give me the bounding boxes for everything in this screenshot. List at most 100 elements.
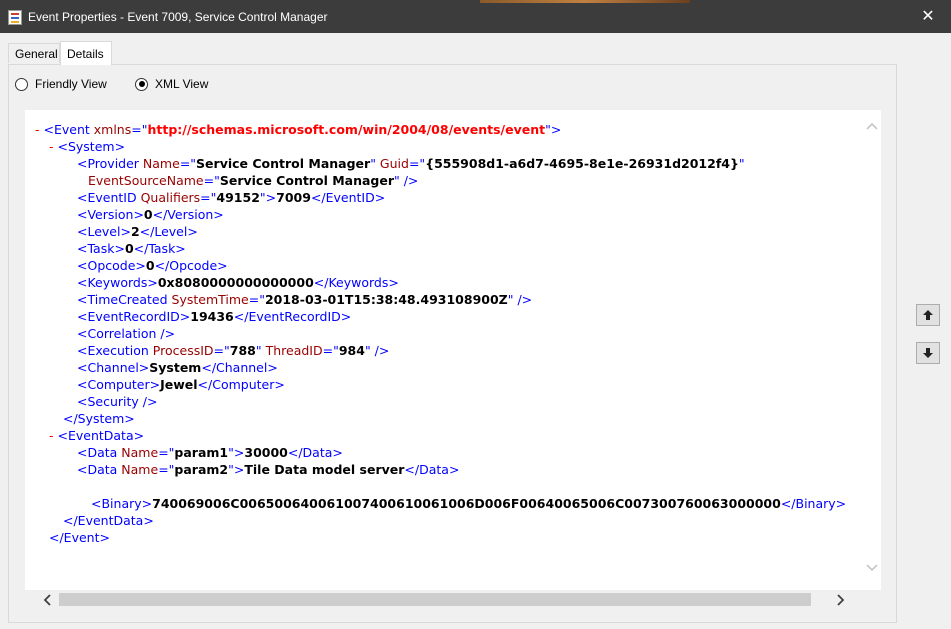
xml-token: </Opcode> [154, 258, 228, 273]
next-event-button[interactable] [916, 342, 940, 364]
xml-line: <Correlation /> [77, 325, 175, 342]
xml-line: <Binary>740069006C0065006400610074006100… [91, 495, 846, 512]
xml-token: 0 [124, 241, 134, 256]
title-bar: Event Properties - Event 7009, Service C… [0, 0, 951, 33]
xml-token: <Keywords> [77, 275, 158, 290]
xml-token: Qualifiers [140, 190, 201, 205]
xml-token: <Binary> [91, 496, 153, 511]
xml-token: "> [228, 462, 245, 477]
xml-token: param2 [174, 462, 229, 477]
xml-token: </Event> [49, 530, 110, 545]
friendly-view-option[interactable]: Friendly View [15, 76, 107, 92]
xml-token: =" [203, 173, 220, 188]
xml-line: <Provider Name="Service Control Manager"… [77, 155, 745, 172]
xml-token: 0 [145, 258, 155, 273]
xml-token: SystemTime [171, 292, 249, 307]
scroll-track[interactable] [59, 593, 811, 606]
xml-line: <Computer>Jewel</Computer> [77, 376, 285, 393]
xml-token: <Data [77, 462, 122, 477]
xml-token: "> [228, 445, 245, 460]
arrow-down-icon [923, 348, 933, 358]
xml-token: 19436 [190, 309, 234, 324]
xml-token: 0x8080000000000000 [157, 275, 314, 290]
xml-line: </Event> [49, 529, 110, 546]
xml-token: </Task> [133, 241, 186, 256]
xml-line: <Version>0</Version> [77, 206, 224, 223]
xml-line: <Channel>System</Channel> [77, 359, 278, 376]
xml-token: Service Control Manager [196, 156, 371, 171]
xml-line: - <Event xmlns="http://schemas.microsoft… [35, 121, 561, 138]
arrow-up-icon [923, 310, 933, 320]
xml-line: <Keywords>0x8080000000000000</Keywords> [77, 274, 399, 291]
chevron-right-icon[interactable] [833, 591, 849, 608]
xml-token: Name [121, 462, 159, 477]
xml-token: 30000 [244, 445, 288, 460]
xml-token: </EventID> [310, 190, 386, 205]
xml-token: <Data [77, 445, 122, 460]
xml-line: <Data Name="param1">30000</Data> [77, 444, 343, 461]
xml-line: <EventRecordID>19436</EventRecordID> [77, 308, 351, 325]
xml-viewer[interactable]: - <Event xmlns="http://schemas.microsoft… [25, 110, 881, 606]
xml-token: ProcessID [152, 343, 214, 358]
xml-line: <Data Name="param2">Tile Data model serv… [77, 461, 459, 478]
background-strip [480, 0, 690, 3]
xml-token: <Level> [77, 224, 131, 239]
xml-line: EventSourceName="Service Control Manager… [88, 172, 418, 189]
scroll-thumb[interactable] [59, 593, 811, 606]
xml-token: 984 [338, 343, 365, 358]
xml-view-radio[interactable] [135, 77, 148, 91]
xml-token: "> [545, 122, 562, 137]
friendly-view-radio[interactable] [15, 77, 28, 91]
xml-token: <TimeCreated [77, 292, 172, 307]
xml-token: <Provider [77, 156, 143, 171]
xml-token: =" [158, 445, 175, 460]
xml-token: " [255, 343, 266, 358]
xml-token: Name [121, 445, 159, 460]
xml-line: - <System> [49, 138, 125, 155]
xml-line: <Task>0</Task> [77, 240, 186, 257]
xml-token: 2 [130, 224, 140, 239]
xml-token: =" [322, 343, 339, 358]
xml-token: <Channel> [77, 360, 150, 375]
xml-token: 2018-03-01T15:38:48.493108900Z [264, 292, 508, 307]
xml-token: <Correlation /> [77, 326, 176, 341]
xml-token: <Security /> [77, 394, 158, 409]
xml-line: <Level>2</Level> [77, 223, 198, 240]
horizontal-scrollbar[interactable] [25, 591, 881, 608]
xml-token: {555908d1-a6d7-4695-8e1e-26931d2012f4} [425, 156, 739, 171]
xml-token: System [149, 360, 202, 375]
xml-token: =" [408, 156, 426, 171]
xml-token: Tile Data model server [244, 462, 405, 477]
tab-general[interactable]: General [8, 43, 60, 63]
tab-details[interactable]: Details [60, 41, 112, 65]
xml-token: </Data> [287, 445, 343, 460]
xml-line: <TimeCreated SystemTime="2018-03-01T15:3… [77, 291, 532, 308]
close-button[interactable]: ✕ [905, 0, 951, 33]
xml-line: - <EventData> [49, 427, 144, 444]
xml-token: <System> [57, 139, 126, 154]
xml-token: " /> [507, 292, 533, 307]
xml-token: <Computer> [77, 377, 161, 392]
xml-token: "> [259, 190, 277, 205]
xml-token: 740069006C006500640061007400610061006D00… [152, 496, 781, 511]
xml-line: <Execution ProcessID="788" ThreadID="984… [77, 342, 389, 359]
xml-token: param1 [174, 445, 229, 460]
xml-token: </Channel> [201, 360, 278, 375]
xml-token: </EventRecordID> [233, 309, 352, 324]
xml-token: </System> [63, 411, 135, 426]
chevron-left-icon[interactable] [39, 591, 55, 608]
previous-event-button[interactable] [916, 304, 940, 326]
xml-token: </Keywords> [313, 275, 399, 290]
xml-token: " /> [394, 173, 419, 188]
xml-token: EventSourceName [88, 173, 204, 188]
xml-line: <EventID Qualifiers="49152">7009</EventI… [77, 189, 385, 206]
xml-token: </Level> [139, 224, 198, 239]
xml-token: =" [179, 156, 197, 171]
xml-token: xmlns [93, 122, 132, 137]
chevron-down-icon[interactable] [863, 560, 881, 578]
chevron-up-icon[interactable] [863, 118, 881, 136]
xml-line: <Security /> [77, 393, 157, 410]
xml-view-option[interactable]: XML View [135, 76, 208, 92]
xml-token: ThreadID [265, 343, 323, 358]
xml-token: 7009 [276, 190, 311, 205]
